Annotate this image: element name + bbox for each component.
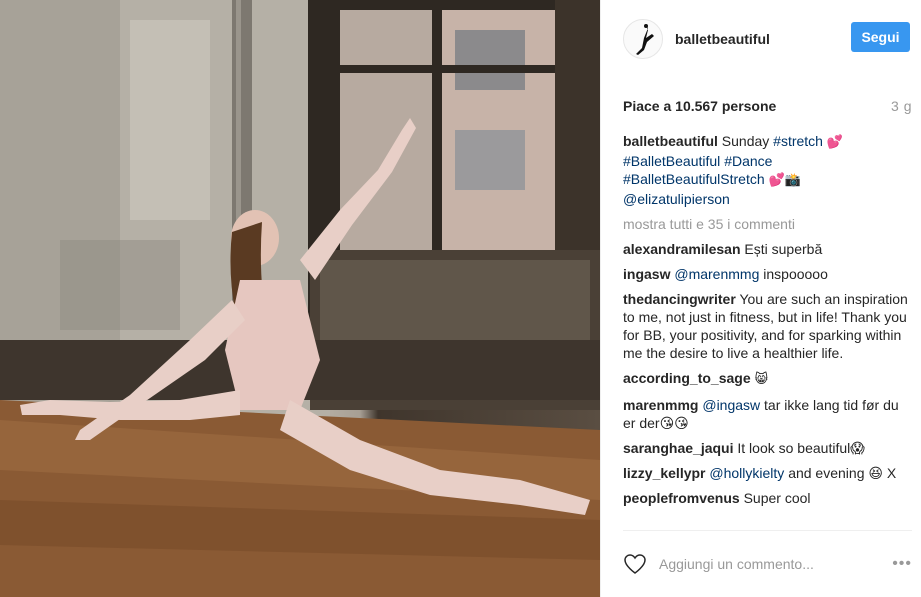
post-timestamp[interactable]: 3 g [891,98,912,114]
hashtag-dance[interactable]: #Dance [724,153,772,169]
comment-mention[interactable]: @ingasw [702,397,760,413]
comment-text: It look so beautiful😱 [737,440,865,456]
comment-username[interactable]: saranghae_jaqui [623,440,734,456]
comment-item: thedancingwriter You are such an inspira… [623,290,913,362]
show-all-comments-link[interactable]: mostra tutti e 35 i commenti [623,215,913,233]
comment-mention[interactable]: @hollykielty [709,465,784,481]
avatar-dancer-icon [636,23,654,55]
comment-item: marenmmg @ingasw tar ikke lang tid før d… [623,396,913,432]
comment-mention[interactable]: @marenmmg [674,266,759,282]
heart-icon[interactable] [623,552,647,576]
add-comment-input[interactable] [659,556,879,572]
comment-username[interactable]: thedancingwriter [623,291,736,307]
comment-username[interactable]: lizzy_kellypr [623,465,706,481]
comment-item: saranghae_jaqui It look so beautiful😱 [623,439,913,457]
post-author-username[interactable]: balletbeautiful [675,31,770,47]
instagram-post-modal: balletbeautiful Segui Piace a 10.567 per… [0,0,921,597]
mention-elizatulipierson[interactable]: @elizatulipierson [623,191,730,207]
comment-item: lizzy_kellypr @hollykielty and evening 😆… [623,464,913,482]
comments-list[interactable]: balletbeautiful Sunday #stretch 💕 #Balle… [623,132,913,530]
ballet-photo-illustration [0,0,600,597]
hashtag-stretch[interactable]: #stretch [773,133,823,149]
likes-count[interactable]: Piace a 10.567 persone [623,98,776,114]
comment-item: ingasw @marenmmg inspooooo [623,265,913,283]
comment-username[interactable]: peoplefromvenus [623,490,740,506]
hashtag-balletbeautiful[interactable]: #BalletBeautiful [623,153,720,169]
more-options-icon[interactable]: ••• [892,555,912,573]
comment-text: Super cool [743,490,811,506]
caption-text: Sunday [721,133,770,149]
comment-item: alexandramilesan Ești superbă [623,240,913,258]
caption-username[interactable]: balletbeautiful [623,133,718,149]
comment-text: inspooooo [763,266,828,282]
comment-item: according_to_sage 😸 [623,369,913,389]
likes-row: Piace a 10.567 persone 3 g [623,96,912,116]
comment-username[interactable]: ingasw [623,266,670,282]
comment-text: 😸 [754,372,769,387]
post-sidebar: balletbeautiful Segui Piace a 10.567 per… [600,0,921,597]
avatar[interactable] [623,18,663,59]
comment-username[interactable]: alexandramilesan [623,241,741,257]
post-header: balletbeautiful Segui [601,0,921,77]
heart-emoji-icon: 💕 [826,135,844,150]
post-photo[interactable] [0,0,600,597]
comment-username[interactable]: marenmmg [623,397,698,413]
comment-text: Ești superbă [744,241,823,257]
hashtag-balletbeautifulstretch[interactable]: #BalletBeautifulStretch [623,171,765,187]
comment-username[interactable]: according_to_sage [623,370,751,386]
comment-composer: ••• [623,530,912,597]
comment-text: and evening 😆 X [788,465,897,481]
follow-button[interactable]: Segui [851,22,910,52]
heart-emoji-icon: 💕📸 [768,173,801,188]
caption: balletbeautiful Sunday #stretch 💕 #Balle… [623,132,913,208]
comment-item: peoplefromvenus Super cool [623,489,913,507]
